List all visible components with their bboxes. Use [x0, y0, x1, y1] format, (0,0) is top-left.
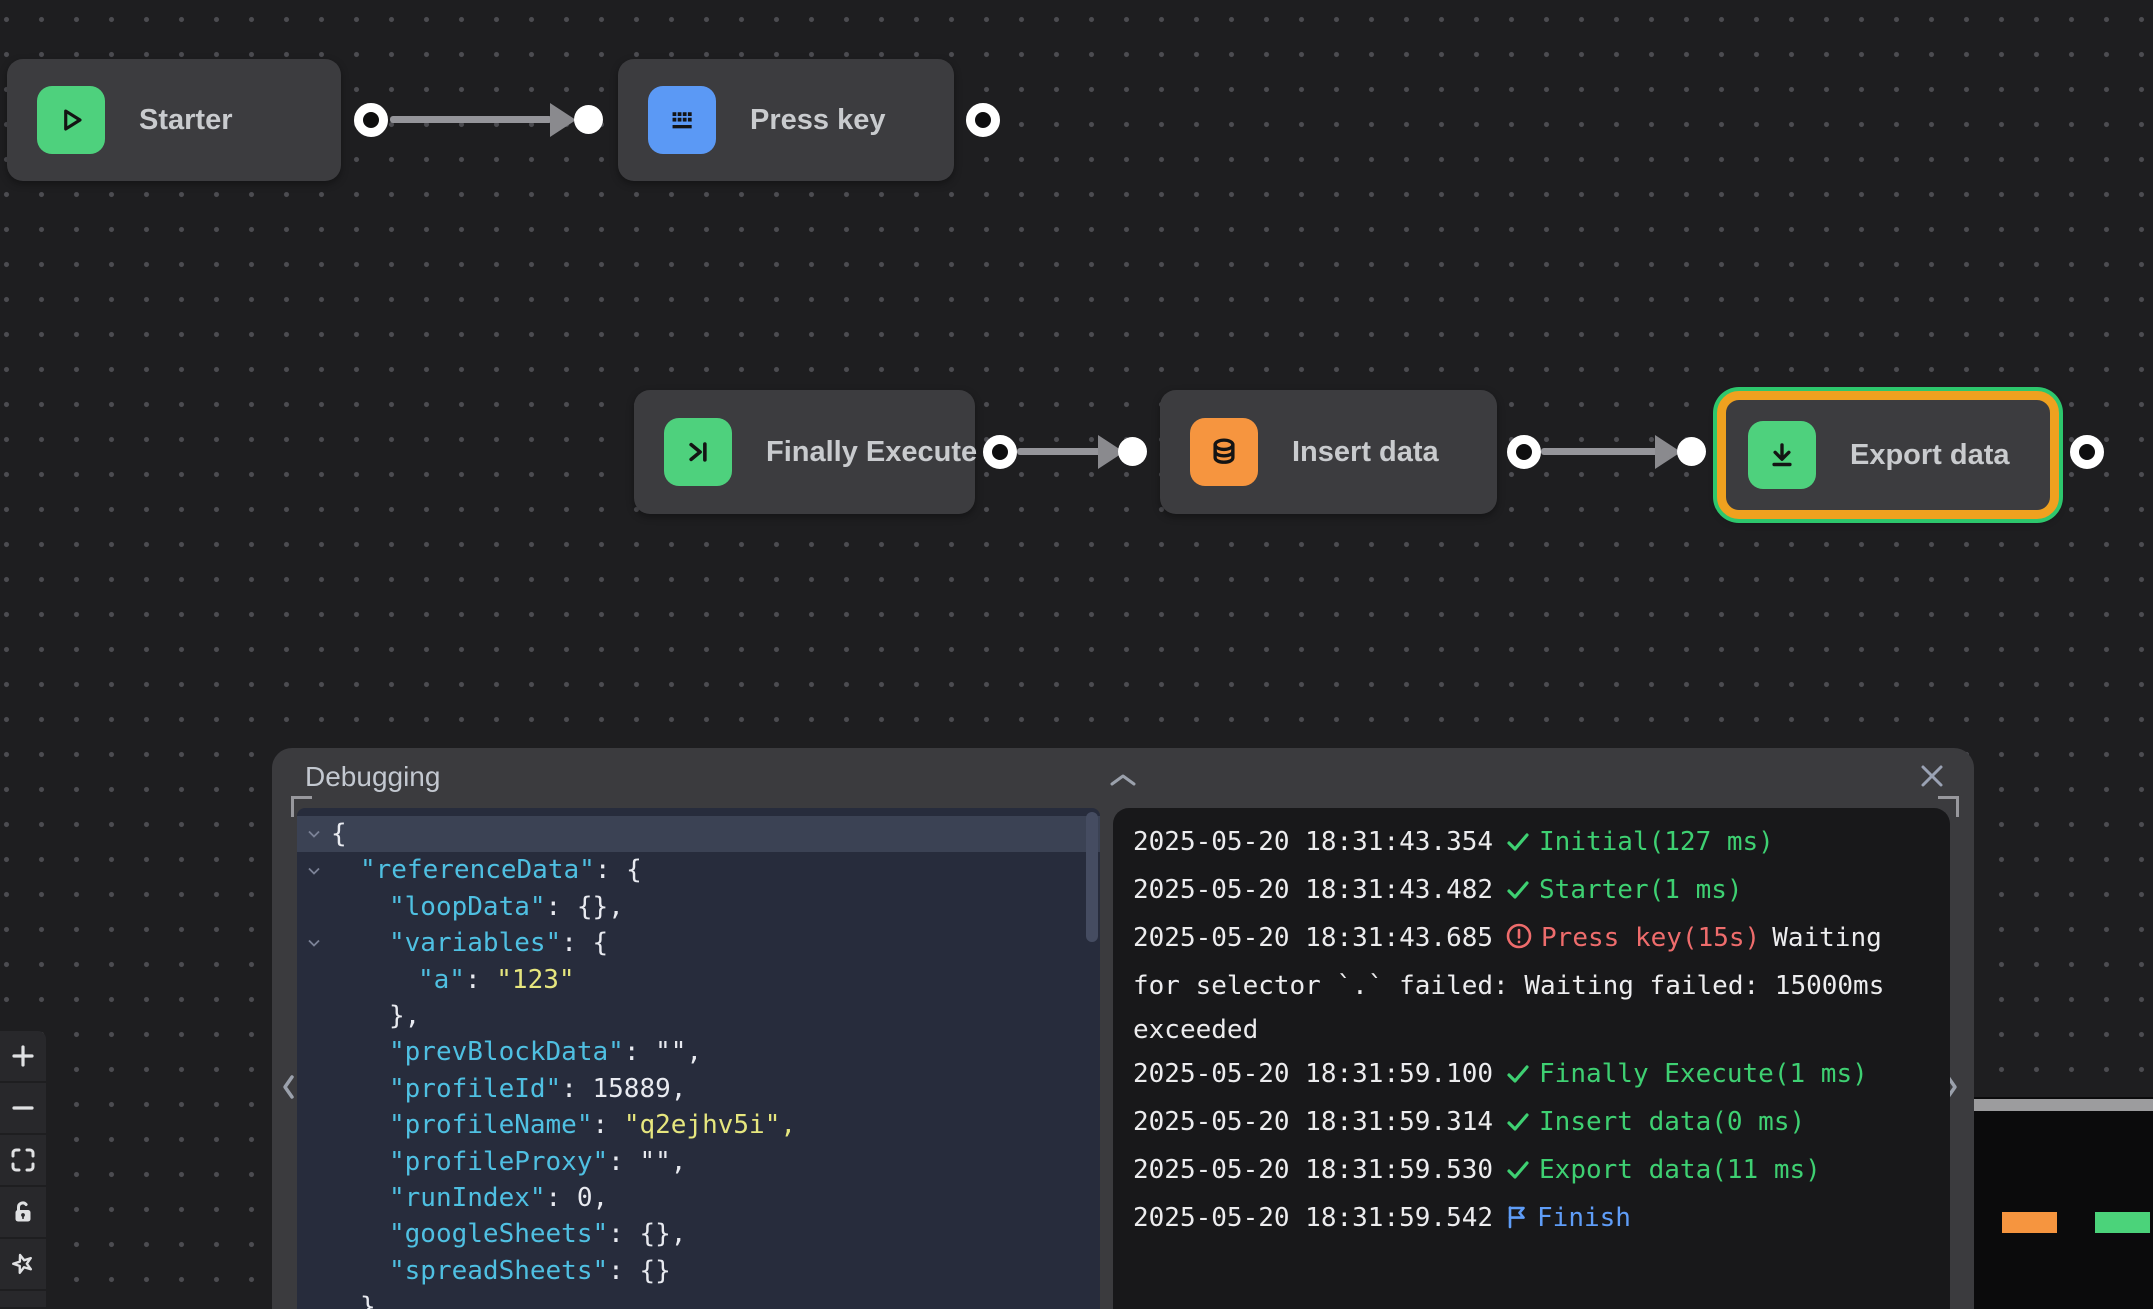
chevron-left-icon[interactable]: [281, 1073, 295, 1101]
output-port-finally-execute[interactable]: [983, 435, 1017, 469]
play-icon: [37, 86, 105, 154]
node-label: Export data: [1850, 439, 2010, 472]
json-row: },: [297, 998, 1100, 1034]
input-port-insert-data[interactable]: [1118, 437, 1147, 466]
minimap[interactable]: [1974, 1097, 2153, 1309]
node-label: Starter: [139, 104, 233, 137]
panel-title: Debugging: [305, 761, 440, 793]
log-entry: 2025-05-20 18:31:59.542Finish: [1133, 1196, 1913, 1244]
canvas-toolbar: [0, 1031, 46, 1307]
input-port-export-data[interactable]: [1677, 437, 1706, 466]
node-export-data[interactable]: Export data: [1717, 391, 2059, 519]
node-finally-execute[interactable]: Finally Execute: [634, 390, 975, 514]
scrollbar-thumb[interactable]: [1086, 812, 1098, 942]
connection-wire: [1017, 448, 1102, 455]
minimap-node-orange: [2002, 1212, 2057, 1233]
connection-wire: [1541, 448, 1659, 455]
connection-wire: [390, 116, 552, 123]
execution-log[interactable]: 2025-05-20 18:31:43.354Initial(127 ms) 2…: [1113, 808, 1950, 1309]
arrowhead-icon: [550, 103, 576, 137]
log-entry: 2025-05-20 18:31:43.685Press key(15s)Wai…: [1133, 916, 1913, 1052]
node-starter[interactable]: Starter: [7, 59, 341, 181]
skip-to-end-icon: [664, 418, 732, 486]
json-row: {: [297, 816, 1100, 852]
flag-icon: [1505, 1200, 1529, 1244]
debugging-panel: Debugging { "referenceData": { "l: [272, 748, 1974, 1309]
check-icon: [1505, 1056, 1531, 1100]
json-row: "referenceData": {: [297, 852, 1100, 888]
log-entry: 2025-05-20 18:31:43.354Initial(127 ms): [1133, 820, 1913, 868]
collapse-panel-button[interactable]: [1109, 772, 1137, 790]
star-pointer-button[interactable]: [0, 1239, 46, 1289]
check-icon: [1505, 872, 1531, 916]
toolbar-button-partial[interactable]: [0, 1291, 46, 1307]
download-icon: [1748, 421, 1816, 489]
json-row: "spreadSheets": {}: [297, 1253, 1100, 1289]
output-port-insert-data[interactable]: [1507, 435, 1541, 469]
json-row: "profileProxy": "",: [297, 1144, 1100, 1180]
json-row: "variables": {: [297, 925, 1100, 961]
log-entry: 2025-05-20 18:31:59.100Finally Execute(1…: [1133, 1052, 1913, 1100]
unlock-button[interactable]: [0, 1187, 46, 1237]
fold-chevron-icon[interactable]: [307, 925, 321, 961]
error-icon: [1505, 920, 1533, 964]
log-entry: 2025-05-20 18:31:43.482Starter(1 ms): [1133, 868, 1913, 916]
node-press-key[interactable]: Press key: [618, 59, 954, 181]
json-row: "a": "123": [297, 962, 1100, 998]
node-label: Insert data: [1292, 436, 1439, 469]
zoom-in-button[interactable]: [0, 1031, 46, 1081]
json-row: "googleSheets": {},: [297, 1216, 1100, 1252]
log-entry: 2025-05-20 18:31:59.530Export data(11 ms…: [1133, 1148, 1913, 1196]
reference-data-json-view[interactable]: { "referenceData": { "loopData": {}, "va…: [297, 808, 1100, 1309]
input-port-press-key[interactable]: [574, 105, 603, 134]
minimap-node-green: [2095, 1212, 2150, 1233]
minimap-viewport-bar: [1974, 1099, 2153, 1111]
json-row: "loopData": {},: [297, 889, 1100, 925]
database-icon: [1190, 418, 1258, 486]
check-icon: [1505, 1104, 1531, 1148]
json-row: "profileId": 15889,: [297, 1071, 1100, 1107]
output-port-export-data[interactable]: [2070, 435, 2104, 469]
fold-chevron-icon[interactable]: [307, 816, 321, 852]
check-icon: [1505, 824, 1531, 868]
node-insert-data[interactable]: Insert data: [1160, 390, 1497, 514]
check-icon: [1505, 1152, 1531, 1196]
json-row: }: [297, 1289, 1100, 1309]
json-row: "runIndex": 0,: [297, 1180, 1100, 1216]
json-row: "prevBlockData": "",: [297, 1034, 1100, 1070]
json-row: "profileName": "q2ejhv5i",: [297, 1107, 1100, 1143]
output-port-starter[interactable]: [354, 103, 388, 137]
output-port-press-key[interactable]: [966, 103, 1000, 137]
fit-view-button[interactable]: [0, 1135, 46, 1185]
zoom-out-button[interactable]: [0, 1083, 46, 1133]
close-icon[interactable]: [1916, 760, 1948, 792]
workflow-editor: Starter Press key Finally Execute: [0, 0, 2153, 1309]
fold-chevron-icon[interactable]: [307, 852, 321, 888]
node-label: Press key: [750, 104, 885, 137]
log-entry: 2025-05-20 18:31:59.314Insert data(0 ms): [1133, 1100, 1913, 1148]
node-label: Finally Execute: [766, 436, 977, 469]
keyboard-icon: [648, 86, 716, 154]
